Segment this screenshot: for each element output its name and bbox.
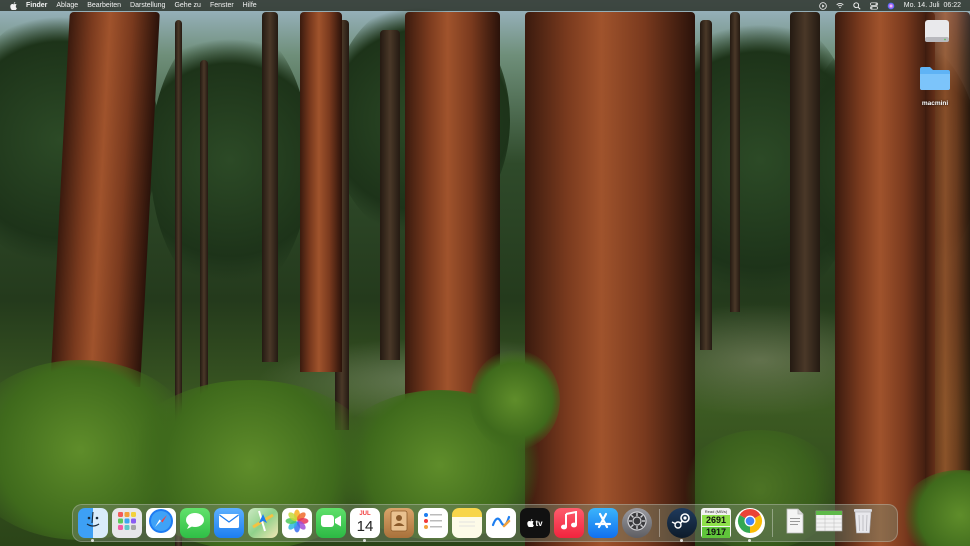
safari-icon: [148, 508, 174, 539]
running-indicator: [748, 539, 751, 542]
menu-hilfe[interactable]: Hilfe: [243, 2, 257, 9]
facetime-icon: [320, 514, 342, 533]
running-indicator: [91, 539, 94, 542]
running-indicator: [680, 539, 683, 542]
appletv-icon: tv: [527, 518, 543, 528]
menu-gehe-zu[interactable]: Gehe zu: [174, 2, 200, 9]
menu-fenster[interactable]: Fenster: [210, 2, 234, 9]
siri-icon[interactable]: [887, 2, 895, 10]
dock-reminders[interactable]: [418, 508, 448, 538]
menu-bar: Finder Ablage Bearbeiten Darstellung Geh…: [0, 0, 970, 11]
dock-separator: [772, 509, 773, 537]
dock-chrome[interactable]: [735, 508, 765, 542]
spreadsheet-icon: [815, 509, 843, 538]
finder-icon: [82, 510, 104, 537]
contacts-icon: [389, 510, 409, 537]
desktop-wallpaper: [0, 0, 970, 546]
calendar-month: JUL: [359, 511, 371, 517]
photos-icon: [285, 509, 309, 538]
dock-freeform[interactable]: [486, 508, 516, 538]
dock-disk-speed[interactable]: Read (MB/s) 2691 1917: [701, 508, 731, 538]
maps-icon: [251, 509, 275, 538]
freeform-icon: [490, 510, 512, 537]
disk-speed-header: Read (MB/s): [704, 509, 728, 514]
folder-icon: [918, 64, 952, 97]
desktop-folder-label: macmini: [921, 100, 949, 107]
menu-app-name[interactable]: Finder: [26, 2, 47, 9]
dock-finder[interactable]: [78, 508, 108, 542]
notes-icon: [456, 510, 478, 537]
music-icon: [560, 510, 578, 536]
search-icon[interactable]: [853, 1, 861, 10]
dock-notes[interactable]: [452, 508, 482, 538]
wifi-icon[interactable]: [836, 2, 844, 10]
desktop-drive[interactable]: [922, 17, 952, 52]
launchpad-icon: [116, 510, 138, 537]
dock-system-settings[interactable]: [622, 508, 652, 538]
calendar-day: 14: [356, 518, 374, 535]
dock-safari[interactable]: [146, 508, 176, 538]
dock-photos[interactable]: [282, 508, 312, 538]
dock-music[interactable]: [554, 508, 584, 538]
dock-launchpad[interactable]: [112, 508, 142, 538]
dock-separator: [659, 509, 660, 537]
steam-icon: [671, 510, 693, 537]
dock-steam[interactable]: [667, 508, 697, 542]
dock-maps[interactable]: [248, 508, 278, 538]
messages-icon: [184, 511, 206, 536]
control-center-icon[interactable]: [869, 1, 878, 10]
dock-document[interactable]: [780, 508, 810, 538]
reminders-icon: [422, 510, 444, 537]
dock-calendar[interactable]: JUL 14: [350, 508, 380, 542]
dock-appletv[interactable]: tv: [520, 508, 550, 538]
apple-menu-icon[interactable]: [9, 1, 17, 10]
dock-contacts[interactable]: [384, 508, 414, 538]
drive-icon: [922, 17, 952, 52]
chrome-icon: [737, 508, 763, 539]
trash-icon: [852, 507, 874, 540]
dock-messages[interactable]: [180, 508, 210, 538]
settings-icon: [625, 509, 649, 538]
dock-facetime[interactable]: [316, 508, 346, 538]
menu-clock[interactable]: Mo. 14. Juli 06:22: [904, 2, 961, 9]
document-icon: [785, 508, 805, 539]
mail-icon: [218, 513, 240, 534]
dock: JUL 14 tv Read (MB/s) 2691 1917: [72, 504, 898, 542]
dock-trash[interactable]: [848, 508, 878, 538]
menu-ablage[interactable]: Ablage: [56, 2, 78, 9]
menu-bearbeiten[interactable]: Bearbeiten: [87, 2, 121, 9]
disk-speed-value-2: 1917: [702, 527, 730, 538]
disk-speed-value-1: 2691: [702, 515, 730, 526]
dock-mail[interactable]: [214, 508, 244, 538]
dock-spreadsheet[interactable]: [814, 508, 844, 538]
appstore-icon: [593, 511, 613, 536]
running-indicator: [363, 539, 366, 542]
appletv-label: tv: [535, 518, 543, 528]
menu-darstellung[interactable]: Darstellung: [130, 2, 165, 9]
desktop-folder-macmini[interactable]: macmini: [918, 64, 952, 107]
play-circle-icon[interactable]: [819, 1, 827, 10]
dock-appstore[interactable]: [588, 508, 618, 538]
